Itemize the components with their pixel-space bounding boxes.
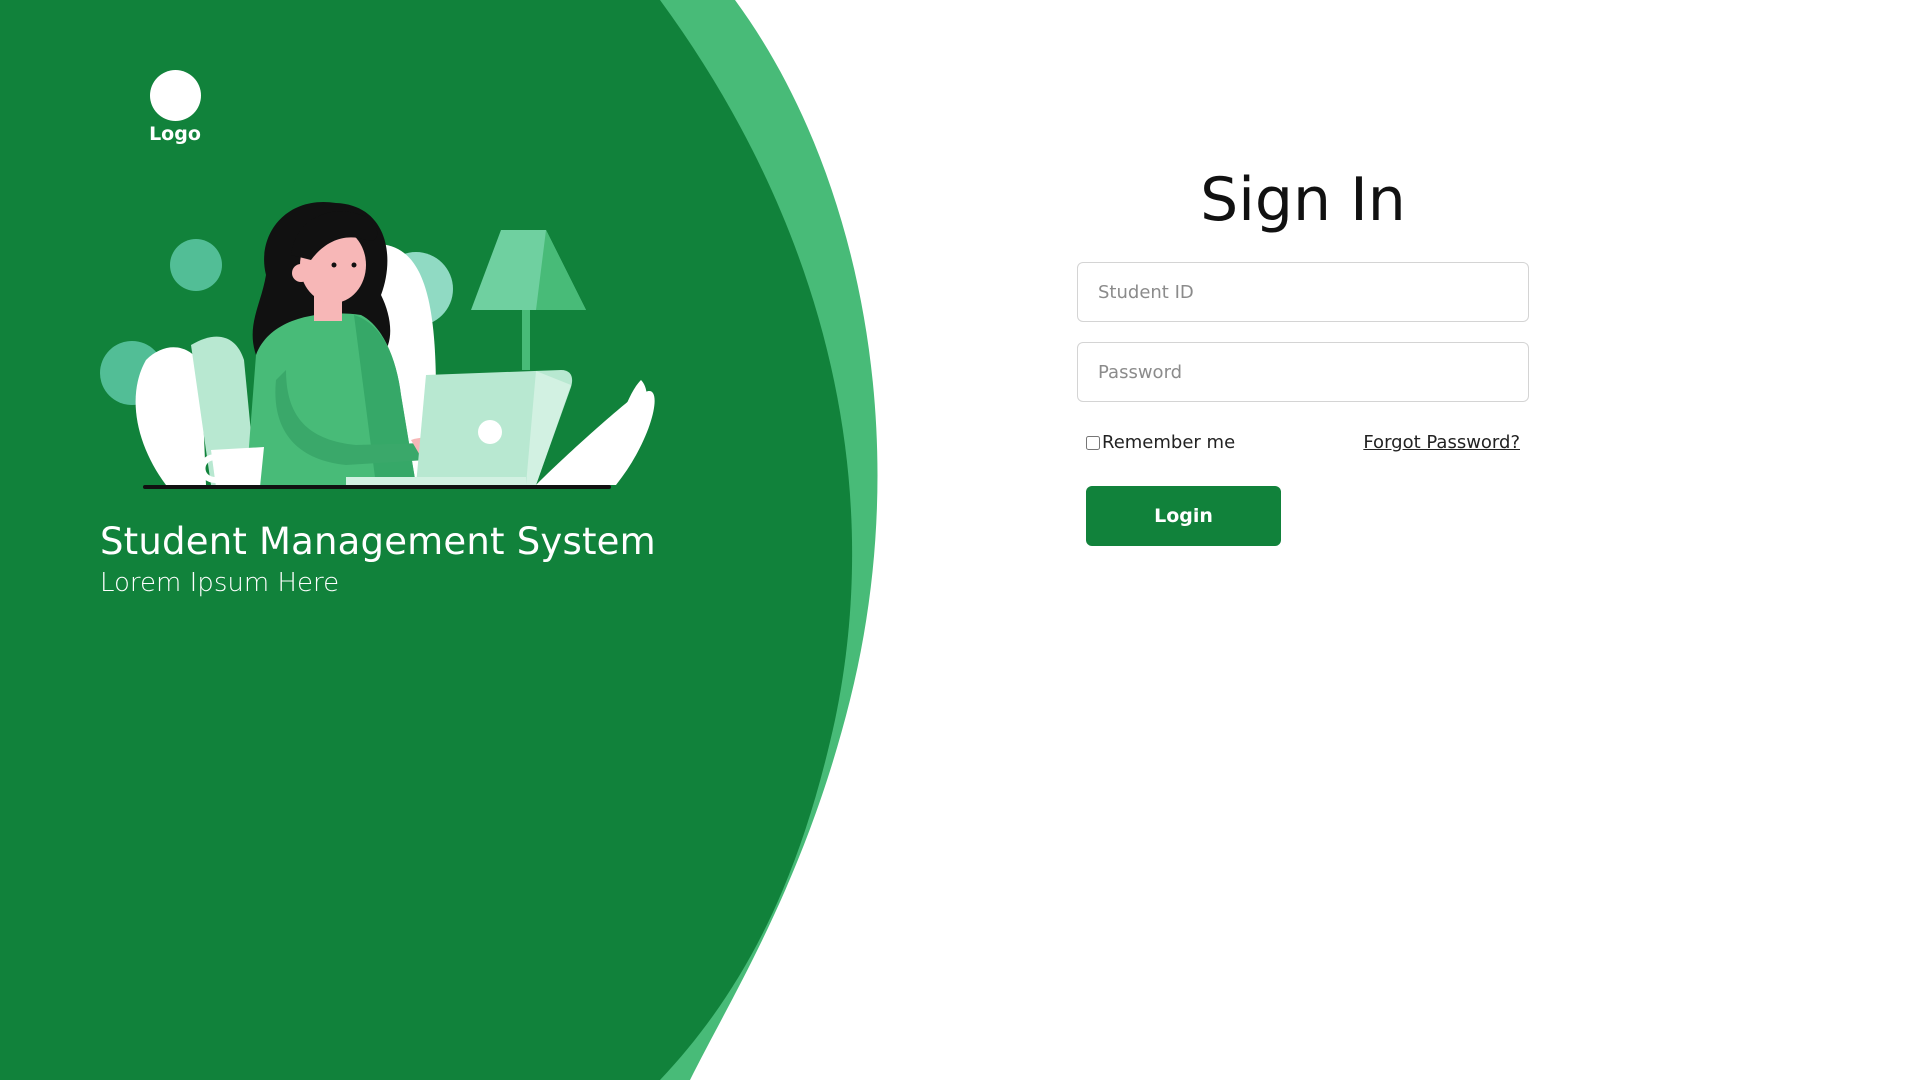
woman-laptop-illustration (100, 201, 655, 489)
ground-line (143, 485, 611, 489)
laptop-base-icon (346, 477, 526, 485)
password-input[interactable] (1077, 342, 1529, 402)
student-id-input[interactable] (1077, 262, 1529, 322)
laptop-logo-icon (478, 420, 502, 444)
logo-circle-icon (149, 70, 201, 121)
signin-form: Sign In Remember me Forgot Password? Log… (1077, 160, 1529, 546)
forgot-password-link[interactable]: Forgot Password? (1363, 432, 1520, 453)
form-options-row: Remember me Forgot Password? (1077, 432, 1529, 458)
login-page: Logo Student Management System Lorem Ips… (0, 0, 1920, 1080)
mug-icon (211, 447, 264, 487)
logo-label: Logo (149, 123, 201, 145)
remember-me-checkbox[interactable] (1086, 435, 1100, 450)
woman-eye-icon (351, 262, 357, 268)
logo[interactable]: Logo (148, 70, 202, 145)
login-button[interactable]: Login (1086, 486, 1281, 546)
app-title: Student Management System (100, 520, 656, 563)
remember-me[interactable]: Remember me (1086, 432, 1235, 453)
woman-eye-icon (331, 262, 337, 268)
signin-title: Sign In (1200, 165, 1406, 235)
woman-earring-icon (292, 264, 310, 282)
app-subtitle: Lorem Ipsum Here (100, 568, 340, 598)
remember-me-label: Remember me (1102, 432, 1236, 453)
deco-circle-icon (170, 239, 222, 291)
lamp-pole-icon (522, 305, 530, 370)
